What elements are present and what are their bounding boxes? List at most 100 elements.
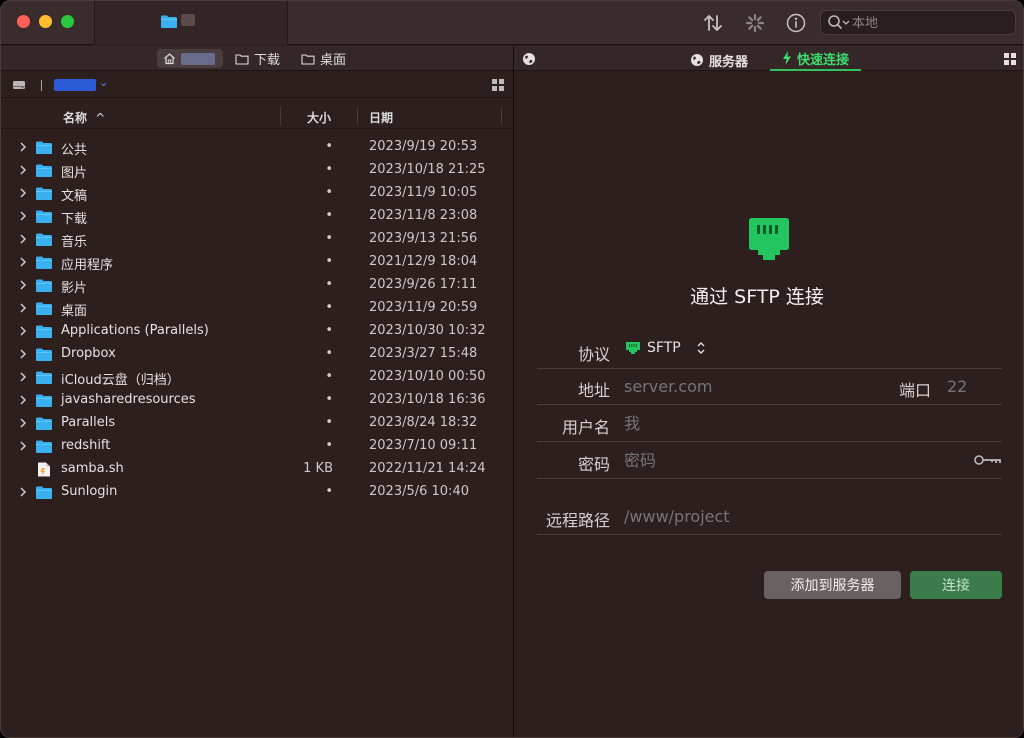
file-date: 2021/12/9 18:04 — [369, 254, 478, 269]
column-date-header[interactable]: 日期 — [369, 109, 393, 126]
folder-outline-icon — [301, 53, 315, 65]
home-icon — [164, 53, 175, 65]
folder-icon — [36, 256, 52, 269]
password-input[interactable] — [624, 448, 964, 472]
updown-chevron-icon — [697, 342, 705, 354]
close-window-button[interactable] — [17, 15, 30, 28]
chevron-right-icon[interactable] — [18, 209, 28, 223]
tab-servers[interactable]: 服务器 — [690, 49, 748, 71]
column-size-header[interactable]: 大小 — [307, 109, 331, 126]
folder-icon — [36, 486, 52, 499]
folder-icon — [36, 325, 52, 338]
file-name: 桌面 — [61, 304, 88, 319]
table-row[interactable]: Applications (Parallels) • 2023/10/30 10:3… — [1, 320, 513, 343]
breadcrumb-downloads[interactable]: 下载 — [235, 49, 280, 68]
column-separator[interactable] — [357, 107, 358, 125]
table-row[interactable]: Sunlogin • 2023/5/6 10:40 — [1, 481, 513, 504]
table-row[interactable]: javasharedresources • 2023/10/18 16:36 — [1, 389, 513, 412]
table-row[interactable]: 桌面 • 2023/11/9 20:59 — [1, 297, 513, 320]
column-separator[interactable] — [501, 107, 502, 125]
chevron-right-icon[interactable] — [18, 324, 28, 338]
file-name: Parallels — [61, 415, 116, 430]
chevron-right-icon[interactable] — [18, 439, 28, 453]
sftp-network-port-icon — [749, 218, 789, 260]
chevron-right-icon[interactable] — [18, 485, 28, 499]
connect-title: 通过 SFTP 连接 — [690, 286, 824, 308]
protocol-select[interactable]: SFTP — [625, 340, 707, 356]
activity-icon[interactable] — [744, 12, 766, 34]
chevron-right-icon[interactable] — [18, 186, 28, 200]
key-icon[interactable] — [974, 454, 1002, 466]
grid-view-icon[interactable] — [492, 79, 504, 91]
file-name: 应用程序 — [61, 258, 114, 273]
grid-view-icon[interactable] — [1004, 53, 1016, 65]
file-name: 下载 — [61, 212, 88, 227]
chevron-right-icon[interactable] — [18, 370, 28, 384]
table-row[interactable]: 影片 • 2023/9/26 17:11 — [1, 274, 513, 297]
connect-button[interactable]: 连接 — [910, 571, 1002, 599]
folder-icon — [36, 371, 52, 384]
table-row[interactable]: Parallels • 2023/8/24 18:32 — [1, 412, 513, 435]
column-name-label: 名称 — [63, 111, 88, 125]
chevron-down-icon[interactable]: ⌄ — [99, 76, 108, 89]
tab-quick-connect-label: 快速连接 — [797, 52, 850, 68]
password-label: 密码 — [577, 455, 610, 474]
table-row[interactable]: iCloud云盘（归档） • 2023/10/10 00:50 — [1, 366, 513, 389]
folder-icon — [36, 141, 52, 154]
chevron-right-icon[interactable] — [18, 278, 28, 292]
file-date: 2023/10/18 21:25 — [369, 162, 486, 177]
table-row[interactable]: 下载 • 2023/11/8 23:08 — [1, 205, 513, 228]
add-to-servers-button[interactable]: 添加到服务器 — [764, 571, 901, 599]
folder-icon — [36, 164, 52, 177]
table-row[interactable]: 音乐 • 2023/9/13 21:56 — [1, 228, 513, 251]
file-date: 2023/9/26 17:11 — [369, 277, 478, 292]
file-date: 2023/9/13 21:56 — [369, 231, 478, 246]
file-size: • — [325, 484, 333, 499]
file-size: • — [325, 185, 333, 200]
volume-selector[interactable] — [54, 79, 96, 91]
file-date: 2023/7/10 09:11 — [369, 438, 478, 453]
folder-icon — [36, 417, 52, 430]
table-row[interactable]: samba.sh 1 KB 2022/11/21 14:24 — [1, 458, 513, 481]
username-input[interactable] — [624, 411, 984, 435]
column-name-header[interactable]: 名称 ^ — [63, 109, 105, 126]
chevron-right-icon[interactable] — [18, 416, 28, 430]
file-date: 2023/9/19 20:53 — [369, 139, 478, 154]
address-row: 地址 端口 — [537, 368, 1002, 405]
transfer-icon[interactable] — [702, 12, 724, 34]
minimize-window-button[interactable] — [39, 15, 52, 28]
file-size: • — [325, 415, 333, 430]
table-row[interactable]: 图片 • 2023/10/18 21:25 — [1, 159, 513, 182]
folder-icon — [161, 15, 177, 28]
file-date: 2023/3/27 15:48 — [369, 346, 478, 361]
tab-quick-connect[interactable]: 快速连接 — [770, 49, 862, 71]
remote-path-input[interactable] — [624, 504, 984, 528]
breadcrumb-home[interactable] — [157, 49, 223, 68]
breadcrumb-desktop[interactable]: 桌面 — [301, 49, 346, 68]
file-size: • — [325, 254, 333, 269]
table-row[interactable]: redshift • 2023/7/10 09:11 — [1, 435, 513, 458]
chevron-right-icon[interactable] — [18, 301, 28, 315]
maximize-window-button[interactable] — [61, 15, 74, 28]
address-input[interactable] — [624, 374, 884, 398]
column-separator[interactable] — [280, 107, 281, 125]
window-tab[interactable] — [94, 1, 288, 45]
chevron-right-icon[interactable] — [18, 347, 28, 361]
globe-icon[interactable] — [522, 52, 536, 66]
table-row[interactable]: 公共 • 2023/9/19 20:53 — [1, 136, 513, 159]
file-date: 2023/11/9 10:05 — [369, 185, 478, 200]
chevron-right-icon[interactable] — [18, 140, 28, 154]
table-row[interactable]: Dropbox • 2023/3/27 15:48 — [1, 343, 513, 366]
chevron-right-icon[interactable] — [18, 393, 28, 407]
chevron-right-icon[interactable] — [18, 163, 28, 177]
chevron-right-icon[interactable] — [18, 232, 28, 246]
chevron-right-icon[interactable] — [18, 255, 28, 269]
table-row[interactable]: 文稿 • 2023/11/9 10:05 — [1, 182, 513, 205]
info-icon[interactable] — [785, 12, 807, 34]
table-row[interactable]: 应用程序 • 2021/12/9 18:04 — [1, 251, 513, 274]
search-input[interactable] — [852, 13, 1012, 33]
file-size: • — [325, 438, 333, 453]
protocol-label: 协议 — [577, 345, 610, 364]
port-input[interactable] — [947, 374, 997, 398]
search-field[interactable] — [820, 10, 1016, 35]
